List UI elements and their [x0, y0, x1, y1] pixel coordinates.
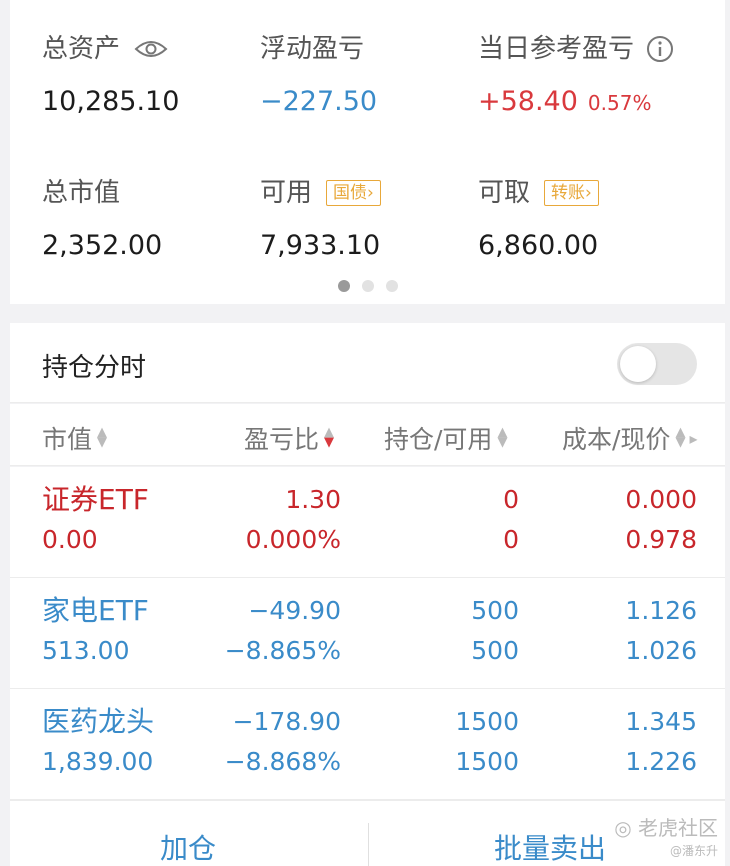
market-value: 总市值 2,352.00 [42, 178, 162, 262]
market-value-label: 总市值 [42, 178, 121, 208]
holdings-list: 证券ETF 0.00 1.30 0.000% 0 0 0.000 0.978 家… [10, 467, 725, 800]
add-position-button[interactable]: 加仓 [160, 827, 216, 866]
holdings-timeshare-row: 持仓分时 [10, 323, 725, 403]
toggle-knob [620, 346, 656, 382]
scroll-right-icon[interactable]: ▸ [689, 429, 697, 448]
stock-cost: 0.000 [625, 485, 697, 514]
floating-pl-value: −227.50 [260, 86, 378, 117]
table-row[interactable]: 证券ETF 0.00 1.30 0.000% 0 0 0.000 0.978 [10, 467, 725, 578]
daily-pl: 当日参考盈亏 +58.40 0.57% [478, 34, 674, 119]
stock-name: 医药龙头 [42, 705, 155, 738]
stock-available: 1500 [455, 747, 519, 776]
stock-pl-pct: −8.865% [224, 636, 341, 665]
stock-market-value: 1,839.00 [42, 747, 154, 776]
daily-pl-pct: 0.57% [587, 91, 652, 115]
eye-icon[interactable] [134, 38, 168, 60]
page-indicator[interactable] [338, 280, 398, 292]
available-funds: 可用 国债› 7,933.10 [260, 178, 381, 262]
stock-available: 500 [471, 636, 519, 665]
header-market-value[interactable]: 市值 ▲ ▼ [42, 420, 107, 456]
page-dot-3[interactable] [386, 280, 398, 292]
table-row[interactable]: 家电ETF 513.00 −49.90 −8.865% 500 500 1.12… [10, 578, 725, 689]
withdrawable-value: 6,860.00 [478, 230, 599, 261]
stock-name: 家电ETF [42, 594, 149, 627]
stock-cost: 1.126 [625, 596, 697, 625]
daily-pl-value: +58.40 [478, 86, 578, 117]
watermark-author: @潘东升 [669, 844, 718, 858]
holdings-table-header: 市值 ▲ ▼ 盈亏比 ▲ ▼ 持仓/可用 ▲ ▼ 成本/现价 ▲ ▼ ▸ [10, 404, 725, 466]
divider [368, 823, 369, 866]
page-dot-2[interactable] [362, 280, 374, 292]
stock-price: 1.226 [625, 747, 697, 776]
chevron-right-icon: › [367, 183, 374, 203]
stock-pl: −178.90 [232, 707, 341, 736]
sort-icon: ▲ ▼ [97, 425, 108, 450]
stock-pl: 1.30 [285, 485, 341, 514]
treasury-bond-tag[interactable]: 国债› [326, 180, 381, 206]
info-icon[interactable] [646, 35, 674, 63]
stock-pl: −49.90 [248, 596, 341, 625]
stock-name: 证券ETF [42, 483, 149, 516]
table-row[interactable]: 医药龙头 1,839.00 −178.90 −8.868% 1500 1500 … [10, 689, 725, 800]
daily-pl-label: 当日参考盈亏 [478, 34, 635, 64]
asset-summary-card: 总资产 10,285.10 浮动盈亏 −227.50 当日参考盈亏 +58.40… [10, 0, 725, 304]
holdings-timeshare-toggle[interactable] [617, 343, 697, 385]
batch-sell-button[interactable]: 批量卖出 [494, 827, 606, 866]
total-assets: 总资产 10,285.10 [42, 34, 179, 118]
header-position-available[interactable]: 持仓/可用 ▲ ▼ [384, 420, 507, 456]
watermark: ◎ 老虎社区 [614, 812, 718, 841]
sort-icon: ▲ ▼ [497, 425, 508, 450]
tiger-logo-icon: ◎ [614, 816, 632, 840]
transfer-tag[interactable]: 转账› [544, 180, 599, 206]
header-cost-price[interactable]: 成本/现价 ▲ ▼ ▸ [562, 420, 697, 456]
stock-pl-pct: −8.868% [224, 747, 341, 776]
stock-pl-pct: 0.000% [245, 525, 341, 554]
withdrawable-label: 可取 [478, 178, 531, 208]
stock-position: 0 [503, 485, 519, 514]
stock-market-value: 0.00 [42, 525, 98, 554]
withdrawable-funds: 可取 转账› 6,860.00 [478, 178, 599, 262]
stock-position: 500 [471, 596, 519, 625]
watermark-text: 老虎社区 [638, 816, 718, 840]
header-pl-ratio[interactable]: 盈亏比 ▲ ▼ [244, 420, 334, 456]
available-value: 7,933.10 [260, 230, 381, 261]
holdings-timeshare-label: 持仓分时 [42, 353, 147, 383]
stock-cost: 1.345 [625, 707, 697, 736]
available-label: 可用 [260, 178, 313, 208]
stock-price: 1.026 [625, 636, 697, 665]
chevron-right-icon: › [585, 183, 592, 203]
total-assets-label: 总资产 [42, 34, 121, 64]
sort-icon: ▲ ▼ [675, 425, 686, 450]
total-assets-value: 10,285.10 [42, 86, 180, 117]
sort-desc-icon: ▲ ▼ [324, 425, 335, 450]
stock-available: 0 [503, 525, 519, 554]
stock-price: 0.978 [625, 525, 697, 554]
floating-pl: 浮动盈亏 −227.50 [260, 34, 377, 118]
floating-pl-label: 浮动盈亏 [260, 34, 365, 64]
stock-position: 1500 [455, 707, 519, 736]
page-dot-1[interactable] [338, 280, 350, 292]
stock-market-value: 513.00 [42, 636, 130, 665]
market-value-value: 2,352.00 [42, 230, 163, 261]
